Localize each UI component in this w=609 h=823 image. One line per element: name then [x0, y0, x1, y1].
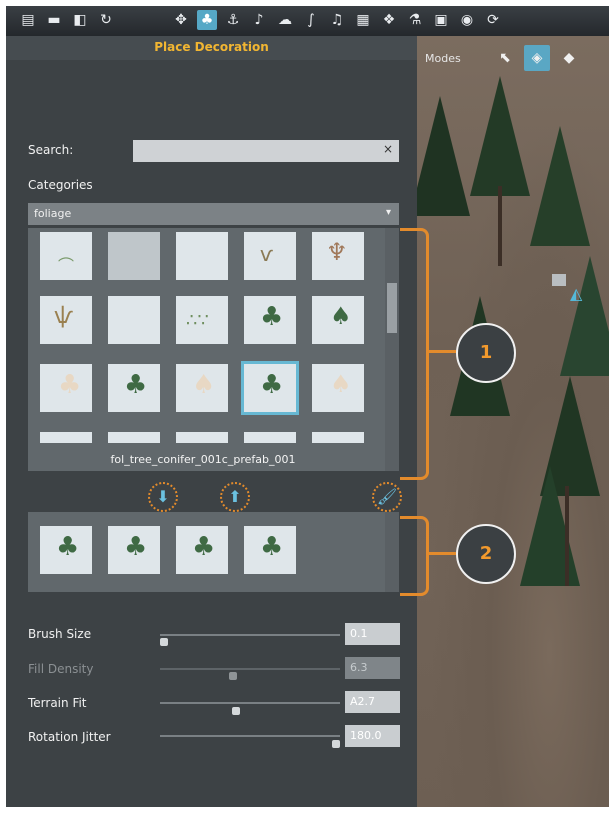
trees-icon[interactable]: ♣ [197, 10, 217, 30]
terrain-fit-slider[interactable] [160, 702, 340, 704]
asset-thumbnail[interactable] [176, 432, 228, 443]
asset-thumbnail[interactable] [176, 232, 228, 280]
asset-thumbnail[interactable]: ♣ [108, 364, 160, 412]
fill-density-slider [160, 668, 340, 670]
search-input[interactable]: × [133, 140, 399, 162]
objects-icon[interactable]: ❖ [379, 10, 399, 30]
asset-thumbnail[interactable]: ♣ [40, 364, 92, 412]
callout-1: 1 [456, 323, 516, 383]
tree [530, 126, 590, 246]
asset-thumbnail-selected[interactable]: ♣ [241, 361, 299, 415]
asset-thumbnail[interactable]: ∴∵ [176, 296, 228, 344]
anchor-icon[interactable]: ⚓ [223, 10, 243, 30]
rotation-jitter-slider-thumb[interactable] [332, 740, 340, 748]
selected-assets-scrollbar[interactable] [385, 512, 399, 592]
callout-2: 2 [456, 524, 516, 584]
clear-search-icon[interactable]: × [383, 142, 393, 156]
categories-label: Categories [28, 178, 93, 192]
top-toolbar: ▤ ▬ ◧ ↻ ✥ ♣ ⚓ ♪ ☁ ∫ ♫ ▦ ❖ ⚗ ▣ ◉ ⟳ [6, 6, 609, 36]
terrain-fit-slider-thumb[interactable] [232, 707, 241, 715]
lab-icon[interactable]: ⚗ [405, 10, 425, 30]
rotation-jitter-value[interactable]: 180.0 [345, 725, 400, 747]
chevron-down-icon: ▾ [385, 207, 391, 218]
rotation-jitter-label: Rotation Jitter [28, 730, 111, 744]
selected-assets: ♣ ♣ ♣ ♣ [28, 512, 399, 592]
asset-thumbnail[interactable]: ѱ [40, 296, 92, 344]
fill-density-value: 6.3 [345, 657, 400, 679]
brush-size-value[interactable]: 0.1 [345, 623, 400, 645]
clear-selection-button[interactable]: 🖌 [372, 482, 402, 512]
tree [470, 76, 530, 196]
rotation-jitter-slider[interactable] [160, 735, 340, 737]
callout-bracket [400, 516, 429, 596]
viewport-scene[interactable]: ◭ [410, 36, 609, 807]
new-file-icon[interactable]: ▤ [18, 10, 38, 30]
selected-asset-thumbnail[interactable]: ♣ [40, 526, 92, 574]
image-icon[interactable]: ▣ [431, 10, 451, 30]
panel-title: Place Decoration [154, 40, 269, 54]
fill-density-slider-thumb [228, 672, 237, 680]
fill-density-label: Fill Density [28, 662, 94, 676]
terrain-fit-label: Terrain Fit [28, 696, 87, 710]
selected-asset-thumbnail[interactable]: ♣ [244, 526, 296, 574]
asset-thumbnail[interactable]: ♠ [312, 296, 364, 344]
asset-thumbnail[interactable] [40, 432, 92, 443]
reload-icon[interactable]: ↻ [96, 10, 116, 30]
brush-size-slider-thumb[interactable] [160, 638, 168, 646]
category-value: foliage [34, 207, 72, 220]
brush-cursor-icon: ◭ [570, 284, 583, 303]
tree [410, 96, 470, 216]
brush-size-slider[interactable] [160, 634, 340, 636]
lamp-icon[interactable]: ♪ [249, 10, 269, 30]
panel-header: Place Decoration [6, 36, 417, 60]
asset-thumbnail[interactable]: ♠ [312, 364, 364, 412]
asset-caption: fol_tree_conifer_001c_prefab_001 [110, 453, 296, 466]
selected-asset-thumbnail[interactable]: ♣ [108, 526, 160, 574]
brush-size-label: Brush Size [28, 627, 92, 641]
app-frame: ▤ ▬ ◧ ↻ ✥ ♣ ⚓ ♪ ☁ ∫ ♫ ▦ ❖ ⚗ ▣ ◉ ⟳ ◭ Mode… [0, 0, 609, 823]
cloud-icon[interactable]: ☁ [275, 10, 295, 30]
callout-line [426, 350, 456, 353]
asset-grid-scrollbar[interactable] [385, 228, 399, 471]
sound-icon[interactable]: ♫ [327, 10, 347, 30]
asset-thumbnail[interactable] [108, 296, 160, 344]
asset-thumbnail[interactable] [312, 432, 364, 443]
erase-mode-icon[interactable]: ◆ [556, 45, 582, 71]
asset-thumbnail[interactable]: ѵ [244, 232, 296, 280]
asset-grid-scroll-thumb[interactable] [387, 283, 397, 333]
tree [520, 466, 580, 586]
open-folder-icon[interactable]: ▬ [44, 10, 64, 30]
asset-grid-viewport[interactable]: ⌒ ѵ ♆ ѱ ∴∵ ♣ ♠ ♣ ♣ ♠ ♣ ♠ [28, 228, 378, 443]
callout-bracket [400, 228, 429, 480]
move-icon[interactable]: ✥ [171, 10, 191, 30]
tree [560, 256, 609, 376]
category-dropdown[interactable]: foliage ▾ [28, 203, 399, 225]
camera-icon[interactable]: ◉ [457, 10, 477, 30]
callout-line [426, 552, 456, 555]
selected-asset-thumbnail[interactable]: ♣ [176, 526, 228, 574]
placement-marker [552, 274, 566, 286]
asset-thumbnail[interactable]: ♆ [312, 232, 364, 280]
add-to-selection-button[interactable]: ⬇ [148, 482, 178, 512]
modes-label: Modes [425, 52, 461, 65]
asset-thumbnail[interactable]: ⌒ [40, 232, 92, 280]
remove-from-selection-button[interactable]: ⬆ [220, 482, 250, 512]
asset-thumbnail[interactable] [108, 432, 160, 443]
save-icon[interactable]: ◧ [70, 10, 90, 30]
asset-thumbnail[interactable]: ♣ [244, 296, 296, 344]
asset-thumbnail[interactable]: ♠ [176, 364, 228, 412]
tree-trunk [498, 186, 502, 266]
tree-trunk [565, 486, 569, 586]
refresh-icon[interactable]: ⟳ [483, 10, 503, 30]
terrain-fit-value[interactable]: A2.7 [345, 691, 400, 713]
search-label: Search: [28, 143, 74, 157]
select-mode-icon[interactable]: ⬉ [492, 45, 518, 71]
curve-icon[interactable]: ∫ [301, 10, 321, 30]
asset-thumbnail[interactable] [108, 232, 160, 280]
building-icon[interactable]: ▦ [353, 10, 373, 30]
asset-thumbnail[interactable] [244, 432, 296, 443]
paint-mode-icon[interactable]: ◈ [524, 45, 550, 71]
